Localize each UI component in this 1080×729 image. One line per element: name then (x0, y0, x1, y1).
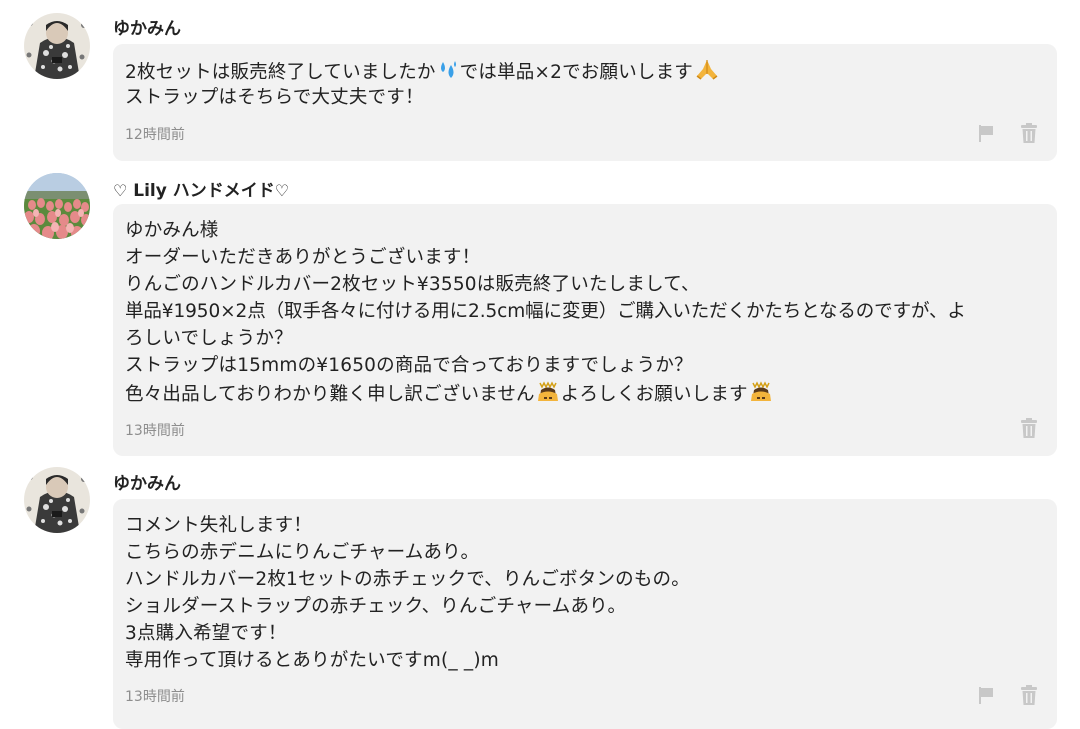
report-flag-icon[interactable] (975, 122, 997, 144)
comment-username[interactable]: ゆかみん (113, 14, 181, 39)
comment-item: ♡ Lily ハンドメイド♡ ゆかみん様 オーダーいただきありがとうございます！… (0, 165, 1080, 460)
comment-line: 専用作って頂けるとありがたいですm(_ _)m (125, 650, 499, 671)
comment-line: ゆかみん様 (125, 220, 219, 241)
folded-hands-icon (694, 57, 720, 89)
bowing-person-icon (536, 379, 560, 411)
comment-line: りんごのハンドルカバー2枚セット¥3550は販売終了いたしまして、 (125, 274, 700, 295)
delete-trash-icon[interactable] (1018, 122, 1040, 144)
username-text: Lily ハンドメイド (133, 181, 275, 201)
user-avatar[interactable] (24, 467, 90, 533)
comment-line: 色々出品しておりわかり難く申し訳ございません よろしくお願いします (125, 379, 1037, 406)
comment-item: ゆかみん コメント失礼します！ こちらの赤デニムにりんごチャームあり。 ハンドル… (0, 460, 1080, 729)
comment-bubble: コメント失礼します！ こちらの赤デニムにりんごチャームあり。 ハンドルカバー2枚… (113, 499, 1057, 729)
comment-timestamp: 13時間前 (125, 423, 185, 439)
comment-line: オーダーいただきありがとうございます！ (125, 247, 481, 268)
comment-timestamp: 12時間前 (125, 127, 185, 143)
comment-username[interactable]: ♡ Lily ハンドメイド♡ (113, 176, 289, 201)
comment-line: ショルダーストラップの赤チェック、りんごチャームあり。 (125, 596, 627, 617)
comment-item: ゆかみん 2枚セットは販売終了していましたか では単品×2でお願いします ストラッ… (0, 0, 1080, 165)
user-avatar[interactable] (24, 173, 90, 239)
comment-line: ストラップは15mmの¥1650の商品で合っておりますでしょうか？ (125, 355, 693, 376)
delete-trash-icon[interactable] (1018, 684, 1040, 706)
comment-username[interactable]: ゆかみん (113, 469, 181, 494)
user-avatar[interactable] (24, 13, 90, 79)
heart-icon: ♡ (113, 181, 128, 200)
comment-body: 2枚セットは販売終了していましたか では単品×2でお願いします ストラップはそちら… (125, 57, 1037, 111)
comment-bubble: ゆかみん様 オーダーいただきありがとうございます！ りんごのハンドルカバー2枚セ… (113, 204, 1057, 456)
sweat-droplets-icon (437, 59, 459, 89)
comment-text: よろしくお願いします (560, 384, 748, 405)
comment-line: ろしいでしょうか？ (125, 328, 293, 349)
report-flag-icon[interactable] (975, 684, 997, 706)
comment-text: 2枚セットは販売終了していましたか (125, 62, 436, 83)
comment-line: ハンドルカバー2枚1セットの赤チェックで、りんごボタンのもの。 (125, 569, 690, 590)
comment-line: コメント失礼します！ (125, 515, 313, 536)
comment-line: 3点購入希望です！ (125, 623, 287, 644)
comment-body: コメント失礼します！ こちらの赤デニムにりんごチャームあり。 ハンドルカバー2枚… (125, 512, 1037, 674)
comment-line: ストラップはそちらで大丈夫です！ (125, 87, 424, 108)
bowing-person-icon (749, 379, 773, 411)
comment-timestamp: 13時間前 (125, 689, 185, 705)
delete-trash-icon[interactable] (1018, 417, 1040, 439)
comment-text: 色々出品しておりわかり難く申し訳ございません (125, 384, 535, 405)
comment-bubble: 2枚セットは販売終了していましたか では単品×2でお願いします ストラップはそちら… (113, 44, 1057, 161)
comment-line: 単品¥1950×2点（取手各々に付ける用に2.5cm幅に変更）ご購入いただくかた… (125, 301, 966, 322)
heart-icon: ♡ (274, 181, 290, 200)
comment-text: では単品×2でお願いします (459, 62, 693, 83)
comment-body: ゆかみん様 オーダーいただきありがとうございます！ りんごのハンドルカバー2枚セ… (125, 217, 1037, 406)
comment-line: 2枚セットは販売終了していましたか では単品×2でお願いします (125, 57, 1037, 84)
comment-line: こちらの赤デニムにりんごチャームあり。 (125, 542, 480, 563)
